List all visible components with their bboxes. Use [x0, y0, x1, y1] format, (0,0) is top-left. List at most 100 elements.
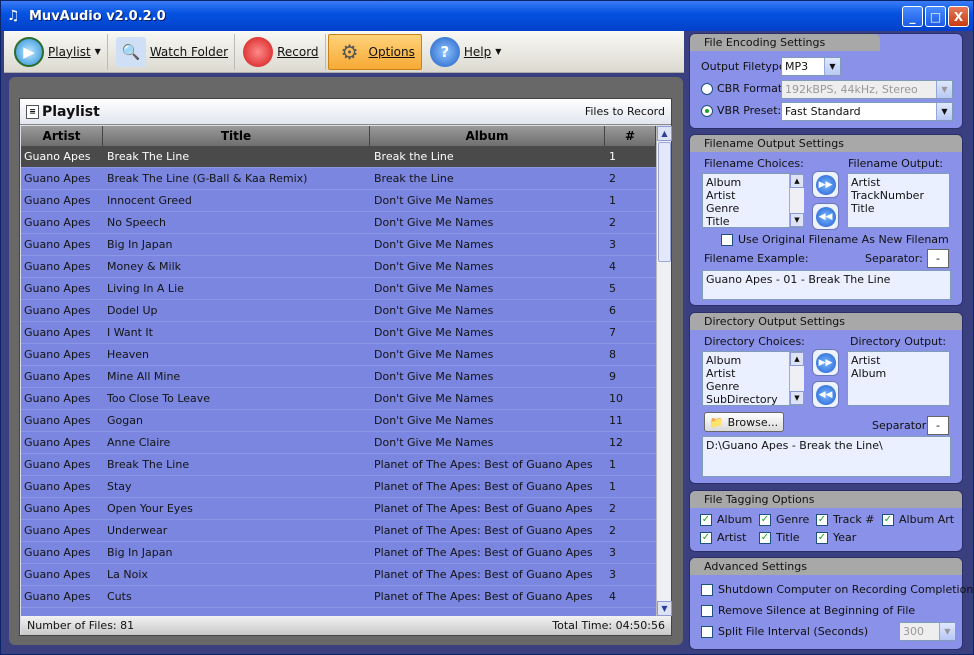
magnifier-icon: 🔍: [115, 36, 146, 67]
directory-choices-scrollbar[interactable]: ▲ ▼: [789, 352, 804, 405]
table-cell: Planet of The Apes: Best of Guano Apes: [374, 480, 593, 493]
playlist-scrollbar[interactable]: ▲ ▼: [656, 126, 672, 616]
table-row[interactable]: Guano Apes Too Close To Leave Don't Give M…: [21, 388, 656, 410]
list-item[interactable]: Genre: [706, 380, 800, 393]
list-item[interactable]: Album: [706, 176, 800, 189]
options-button[interactable]: ⚙ Options: [327, 33, 422, 70]
table-row[interactable]: Guano Apes Money & Milk Don't Give Me Name…: [21, 256, 656, 278]
cbr-format-select[interactable]: 192kBPS, 44kHz, Stereo ▼: [781, 80, 953, 99]
tag-track-checkbox[interactable]: ✓: [816, 514, 828, 526]
list-item[interactable]: Album: [851, 367, 946, 380]
tag-artist-checkbox[interactable]: ✓: [700, 532, 712, 544]
filename-output-list[interactable]: Artist TrackNumber Title: [847, 173, 950, 228]
directory-output-list[interactable]: Artist Album: [847, 351, 950, 406]
tag-year-checkbox[interactable]: ✓: [816, 532, 828, 544]
table-row[interactable]: Guano Apes La Noix Planet of The Apes: Bes…: [21, 564, 656, 586]
table-row[interactable]: Guano Apes Heaven Don't Give Me Names 8: [21, 344, 656, 366]
list-item[interactable]: Artist: [851, 354, 946, 367]
shutdown-checkbox[interactable]: [701, 584, 713, 596]
table-row[interactable]: Guano Apes Break The Line Planet of The Ap…: [21, 454, 656, 476]
table-row[interactable]: Guano Apes Innocent Greed Don't Give Me Na…: [21, 190, 656, 212]
browse-button[interactable]: 📁 Browse...: [704, 412, 784, 432]
table-row[interactable]: Guano Apes Break The Line Break the Line 1: [21, 146, 656, 168]
column-header-artist[interactable]: Artist: [21, 126, 103, 146]
playlist-rows: Guano Apes Break The Line Break the Line 1 G…: [21, 146, 656, 616]
table-row[interactable]: Guano Apes Cuts Planet of The Apes: Best o…: [21, 586, 656, 608]
table-cell: La Noix: [107, 568, 148, 581]
table-row[interactable]: Guano Apes Big In Japan Don't Give Me Name…: [21, 234, 656, 256]
list-item[interactable]: Artist: [706, 189, 800, 202]
list-item[interactable]: Title: [851, 202, 946, 215]
remove-filename-button[interactable]: ◀◀: [812, 203, 839, 230]
remove-directory-button[interactable]: ◀◀: [812, 381, 839, 408]
tag-album-art-checkbox[interactable]: ✓: [882, 514, 894, 526]
scroll-down-icon[interactable]: ▼: [657, 601, 672, 616]
filename-separator-field[interactable]: -: [927, 249, 949, 268]
scroll-down-icon[interactable]: ▼: [790, 391, 804, 405]
column-header-number[interactable]: #: [605, 126, 656, 146]
table-cell: Guano Apes: [24, 194, 91, 207]
playlist-title: Playlist: [42, 103, 100, 120]
playlist-footer: Number of Files: 81 Total Time: 04:50:56: [21, 616, 671, 635]
playlist-button[interactable]: ▶ Playlist ▼: [8, 33, 108, 70]
browse-label: Browse...: [727, 415, 779, 429]
table-row[interactable]: Guano Apes I Want It Don't Give Me Names 7: [21, 322, 656, 344]
output-filetype-select[interactable]: MP3 ▼: [781, 57, 841, 76]
record-button[interactable]: Record: [237, 33, 326, 70]
remove-silence-checkbox[interactable]: [701, 605, 713, 617]
table-row[interactable]: Guano Apes Gogan Don't Give Me Names 11: [21, 410, 656, 432]
cbr-radio[interactable]: [701, 83, 713, 95]
tag-title-checkbox[interactable]: ✓: [759, 532, 771, 544]
scroll-thumb[interactable]: [658, 142, 671, 262]
add-filename-button[interactable]: ▶▶: [812, 171, 839, 198]
table-row[interactable]: Guano Apes Underwear Planet of The Apes: B…: [21, 520, 656, 542]
maximize-button[interactable]: □: [925, 6, 946, 27]
table-row[interactable]: Guano Apes Stay Planet of The Apes: Best o…: [21, 476, 656, 498]
tagging-group: File Tagging Options ✓ Album ✓ Genre ✓ T…: [689, 490, 963, 552]
scroll-up-icon[interactable]: ▲: [790, 352, 804, 366]
add-directory-button[interactable]: ▶▶: [812, 349, 839, 376]
table-row[interactable]: Guano Apes Living In A Lie Don't Give Me N…: [21, 278, 656, 300]
table-row[interactable]: Guano Apes Big In Japan Planet of The Apes…: [21, 542, 656, 564]
table-cell: Living In A Lie: [107, 282, 184, 295]
tag-album-checkbox[interactable]: ✓: [700, 514, 712, 526]
column-header-title[interactable]: Title: [103, 126, 370, 146]
vbr-preset-select[interactable]: Fast Standard ▼: [781, 102, 953, 121]
help-button[interactable]: ? Help ▼: [424, 34, 508, 70]
app-icon: ♫: [7, 8, 20, 24]
watch-folder-button[interactable]: 🔍 Watch Folder: [110, 33, 236, 70]
table-cell: Money & Milk: [107, 260, 182, 273]
use-original-filename-checkbox[interactable]: [721, 234, 733, 246]
table-cell: Break The Line: [107, 150, 190, 163]
chevron-down-icon: ▼: [936, 103, 952, 120]
table-row[interactable]: Guano Apes Break The Line (G-Ball & Kaa R…: [21, 168, 656, 190]
split-interval-checkbox[interactable]: [701, 626, 713, 638]
directory-example-box: D:\Guano Apes - Break the Line\: [702, 436, 951, 477]
column-header-album[interactable]: Album: [370, 126, 605, 146]
scroll-down-icon[interactable]: ▼: [790, 213, 804, 227]
list-item[interactable]: Genre: [706, 202, 800, 215]
list-item[interactable]: Album: [706, 354, 800, 367]
list-item[interactable]: TrackNumber: [851, 189, 946, 202]
files-to-record-label: Files to Record: [584, 105, 665, 118]
list-item[interactable]: SubDirectory: [706, 393, 800, 405]
table-row[interactable]: Guano Apes Mine All Mine Don't Give Me Nam…: [21, 366, 656, 388]
close-button[interactable]: X: [948, 6, 969, 27]
directory-separator-field[interactable]: -: [927, 416, 949, 435]
filename-choices-scrollbar[interactable]: ▲ ▼: [789, 174, 804, 227]
scroll-up-icon[interactable]: ▲: [657, 126, 672, 141]
vbr-radio[interactable]: [701, 105, 713, 117]
table-row[interactable]: Guano Apes Anne Claire Don't Give Me Names…: [21, 432, 656, 454]
minimize-button[interactable]: _: [902, 6, 923, 27]
table-cell: 2: [609, 172, 616, 185]
list-item[interactable]: Artist: [706, 367, 800, 380]
table-row[interactable]: Guano Apes No Speech Don't Give Me Names 2: [21, 212, 656, 234]
table-row[interactable]: Guano Apes Dodel Up Don't Give Me Names 6: [21, 300, 656, 322]
tag-genre-checkbox[interactable]: ✓: [759, 514, 771, 526]
table-row[interactable]: Guano Apes Open Your Eyes Planet of The Ap…: [21, 498, 656, 520]
list-item[interactable]: Artist: [851, 176, 946, 189]
split-interval-select[interactable]: 300 ▼: [899, 622, 956, 641]
rewind-icon: ◀◀: [815, 384, 836, 405]
list-item[interactable]: Title: [706, 215, 800, 227]
scroll-up-icon[interactable]: ▲: [790, 174, 804, 188]
